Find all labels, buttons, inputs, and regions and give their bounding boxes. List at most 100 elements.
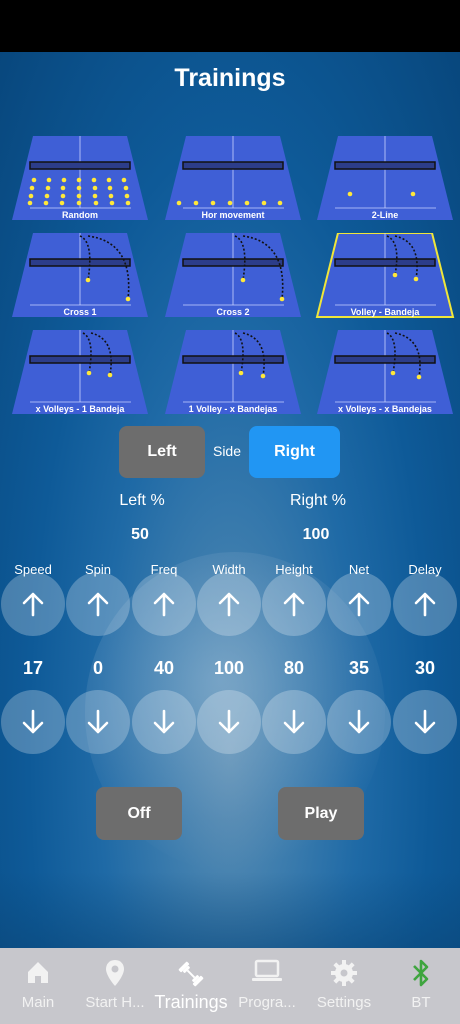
play-button[interactable]: Play — [278, 787, 364, 840]
ball-target-dot — [45, 185, 51, 191]
ball-target-dot — [121, 177, 127, 183]
freq-increase-button[interactable] — [132, 572, 196, 636]
nav-label: Start H... — [85, 994, 145, 1011]
nav-label: Trainings — [154, 992, 228, 1012]
ball-target-dot — [92, 193, 98, 199]
freq-decrease-button[interactable] — [132, 690, 196, 754]
ball-target-dot — [60, 185, 66, 191]
ball-target-dot — [125, 200, 131, 206]
bottom-navigation: Main Start H... Trainings Progra... Settings… — [0, 948, 460, 1024]
training-label: x Volleys - x Bandejas — [338, 404, 432, 414]
arrow-up-icon — [348, 592, 370, 617]
ball-target-dot — [106, 177, 112, 183]
ball-target-dot — [29, 185, 35, 191]
ball-target-dot — [125, 296, 131, 302]
ball-target-dot — [413, 276, 419, 282]
laptop-icon — [229, 958, 305, 988]
freq-value: 40 — [153, 658, 175, 678]
arrow-up-icon — [283, 592, 305, 617]
nav-item-settings[interactable]: Settings — [306, 948, 382, 1024]
training-label: Cross 2 — [216, 307, 250, 317]
training-court-card[interactable]: x Volleys - x Bandejas — [315, 330, 455, 416]
speed-decrease-button[interactable] — [1, 690, 65, 754]
spin-decrease-button[interactable] — [66, 690, 130, 754]
training-court-card[interactable]: Volley - Bandeja — [315, 232, 455, 319]
delay-increase-button[interactable] — [393, 572, 457, 636]
nav-item-progra[interactable]: Progra... — [229, 948, 305, 1024]
ball-target-dot — [107, 185, 113, 191]
left-side-button[interactable]: Left — [119, 426, 205, 478]
off-button[interactable]: Off — [96, 787, 182, 840]
nav-label: BT — [411, 994, 431, 1011]
width-decrease-button[interactable] — [197, 690, 261, 754]
training-court-card[interactable]: 1 Volley - x Bandejas — [163, 330, 303, 416]
speed-increase-button[interactable] — [1, 572, 65, 636]
training-court-card[interactable]: Random — [10, 136, 150, 222]
arrow-up-icon — [153, 592, 175, 617]
speed-value: 17 — [22, 658, 44, 678]
status-bar — [0, 0, 460, 52]
ball-target-dot — [28, 193, 34, 199]
arrow-down-icon — [414, 709, 436, 734]
ball-target-dot — [193, 200, 199, 206]
ball-target-dot — [85, 277, 91, 283]
delay-decrease-button[interactable] — [393, 690, 457, 754]
ball-target-dot — [244, 200, 250, 206]
nav-item-bt[interactable]: BT — [383, 948, 459, 1024]
ball-target-dot — [76, 200, 82, 206]
court-net — [29, 258, 131, 267]
height-increase-button[interactable] — [262, 572, 326, 636]
nav-item-main[interactable]: Main — [0, 948, 76, 1024]
right-side-button[interactable]: Right — [249, 426, 340, 478]
spin-increase-button[interactable] — [66, 572, 130, 636]
training-court-card[interactable]: x Volleys - 1 Bandeja — [10, 330, 150, 416]
training-court-card[interactable]: Hor movement — [163, 136, 303, 222]
net-increase-button[interactable] — [327, 572, 391, 636]
left-percent-label: Left % — [119, 492, 165, 509]
training-court-card[interactable]: Cross 2 — [163, 233, 303, 319]
ball-target-dot — [176, 200, 182, 206]
ball-target-dot — [93, 200, 99, 206]
nav-item-start-h[interactable]: Start H... — [77, 948, 153, 1024]
ball-target-dot — [31, 177, 37, 183]
ball-target-dot — [76, 193, 82, 199]
spin-value: 0 — [92, 658, 103, 678]
ball-target-dot — [27, 200, 33, 206]
ball-target-dot — [76, 185, 82, 191]
training-label: Cross 1 — [63, 307, 97, 317]
arrow-up-icon — [218, 592, 240, 617]
left-percent-value: 50 — [131, 526, 149, 543]
ball-target-dot — [44, 193, 50, 199]
training-court-card[interactable]: Cross 1 — [10, 233, 150, 319]
ball-target-dot — [124, 193, 130, 199]
home-icon — [0, 958, 76, 988]
nav-label: Progra... — [238, 994, 296, 1011]
ball-target-dot — [390, 370, 396, 376]
ball-target-dot — [107, 372, 113, 378]
ball-target-dot — [260, 373, 266, 379]
delay-value: 30 — [414, 658, 436, 678]
nav-label: Settings — [316, 994, 372, 1011]
ball-target-dot — [46, 177, 52, 183]
ball-target-dot — [238, 370, 244, 376]
gear-icon — [306, 958, 382, 988]
trainings-screen: Trainings Random Hor movement 2-Line Cross … — [0, 52, 460, 948]
ball-target-dot — [210, 200, 216, 206]
arrow-down-icon — [87, 709, 109, 734]
right-percent-label: Right % — [289, 492, 347, 509]
ball-target-dot — [109, 200, 115, 206]
training-court-card[interactable]: 2-Line — [315, 136, 455, 222]
training-label: Random — [62, 210, 98, 220]
height-decrease-button[interactable] — [262, 690, 326, 754]
ball-target-dot — [347, 191, 353, 197]
ball-target-dot — [108, 193, 114, 199]
width-increase-button[interactable] — [197, 572, 261, 636]
net-decrease-button[interactable] — [327, 690, 391, 754]
arrow-up-icon — [87, 592, 109, 617]
ball-target-dot — [76, 177, 82, 183]
nav-item-trainings[interactable]: Trainings — [153, 948, 229, 1024]
training-label: Volley - Bandeja — [350, 307, 420, 317]
ball-target-dot — [277, 200, 283, 206]
page-title: Trainings — [174, 64, 286, 92]
arrow-down-icon — [153, 709, 175, 734]
